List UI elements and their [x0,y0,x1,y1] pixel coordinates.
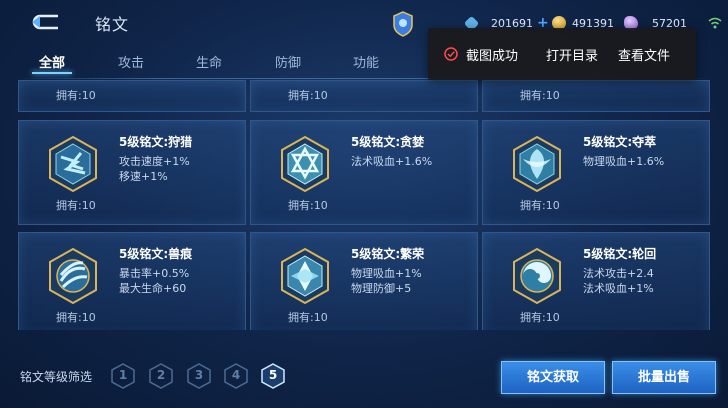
inscription-name: 5级铭文:狩猎 [119,135,193,149]
shield-badge-icon[interactable] [392,11,414,37]
inscription-attr: 暴击率+0.5% [119,267,190,280]
owned-count: 拥有:10 [520,89,560,102]
tab-health[interactable]: 生命 [179,52,239,71]
inscription-attr: 物理吸血+1% [351,267,422,280]
wifi-icon [708,17,722,29]
owned-count: 拥有:10 [520,199,560,212]
inscription-attr: 法术吸血+1.6% [351,155,433,168]
inscription-card-beast-mark[interactable]: 5级铭文:兽痕 暴击率+0.5% 最大生命+60 拥有:10 [18,232,246,330]
prosperity-emblem-icon [281,247,329,305]
inscription-card[interactable]: 拥有:10 [250,80,478,112]
level-filter-3[interactable]: 3 [187,363,211,389]
inscription-attr: 物理防御+5 [351,282,412,295]
plunder-emblem-icon [513,135,561,193]
inscription-attr: 攻击速度+1% [119,155,190,168]
inscription-card-hunt[interactable]: 5级铭文:狩猎 攻击速度+1% 移速+1% 拥有:10 [18,120,246,225]
inscription-card-samsara[interactable]: 5级铭文:轮回 法术攻击+2.4 法术吸血+1% 拥有:10 [482,232,710,330]
level-number: 1 [118,368,128,382]
beast-mark-emblem-icon [49,247,97,305]
inscription-card-plunder[interactable]: 5级铭文:夺萃 物理吸血+1.6% 拥有:10 [482,120,710,225]
inscription-name: 5级铭文:夺萃 [583,135,657,149]
owned-count: 拥有:10 [288,311,328,324]
inscription-card-prosperity[interactable]: 5级铭文:繁荣 物理吸血+1% 物理防御+5 拥有:10 [250,232,478,330]
inscription-name: 5级铭文:兽痕 [119,247,193,261]
inscription-attr: 移速+1% [119,170,168,183]
hunt-emblem-icon [49,135,97,193]
level-number: 2 [156,368,166,382]
tab-defense[interactable]: 防御 [258,52,318,71]
inscription-attr: 法术攻击+2.4 [583,267,654,280]
inscription-name: 5级铭文:繁荣 [351,247,425,261]
level-filter-4[interactable]: 4 [224,363,248,389]
inscription-attr: 最大生命+60 [119,282,187,295]
level-filter-1[interactable]: 1 [111,363,135,389]
tab-attack[interactable]: 攻击 [101,52,161,71]
owned-count: 拥有:10 [56,199,96,212]
inscription-card[interactable]: 拥有:10 [18,80,246,112]
level-number: 3 [194,368,204,382]
screenshot-toast: 截图成功 打开目录 查看文件 [428,28,696,80]
page-title: 铭文 [95,15,130,34]
toast-message: 截图成功 [466,49,519,64]
inscription-attr: 法术吸血+1% [583,282,654,295]
active-tab-indicator [32,72,72,74]
open-directory-link[interactable]: 打开目录 [546,45,598,64]
samsara-emblem-icon [513,247,561,305]
owned-count: 拥有:10 [520,311,560,324]
obtain-inscription-button[interactable]: 铭文获取 [501,361,605,394]
level-filter-2[interactable]: 2 [149,363,173,389]
view-file-link[interactable]: 查看文件 [618,45,670,64]
inscription-grid: 拥有:10 拥有:10 拥有:10 5级铭文:狩猎 攻击速度+1% 移速+1% … [18,80,710,330]
inscription-card[interactable]: 拥有:10 [482,80,710,112]
back-arrow-icon[interactable] [28,12,62,32]
level-filter-label: 铭文等级筛选 [20,370,93,384]
inscription-name: 5级铭文:轮回 [583,247,657,261]
owned-count: 拥有:10 [288,89,328,102]
inscription-name: 5级铭文:贪婪 [351,135,425,149]
level-number: 4 [231,368,241,382]
owned-count: 拥有:10 [56,311,96,324]
greed-emblem-icon [281,135,329,193]
level-number: 5 [268,368,278,382]
level-filter-5-selected[interactable]: 5 [261,363,285,389]
inscription-attr: 物理吸血+1.6% [583,155,665,168]
owned-count: 拥有:10 [288,199,328,212]
success-check-icon [444,47,458,61]
owned-count: 拥有:10 [56,89,96,102]
bulk-sell-button[interactable]: 批量出售 [612,361,716,394]
inscription-card-greed[interactable]: 5级铭文:贪婪 法术吸血+1.6% 拥有:10 [250,120,478,225]
tab-all[interactable]: 全部 [22,52,82,71]
tab-utility[interactable]: 功能 [336,52,396,71]
